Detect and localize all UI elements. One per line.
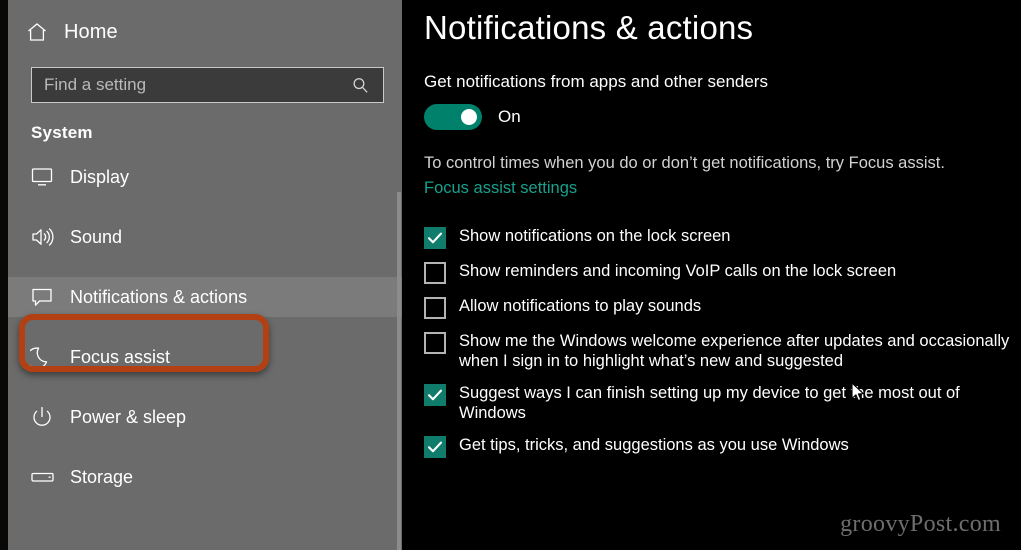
page-title: Notifications & actions <box>424 9 754 46</box>
settings-window: Home System Display <box>0 0 1021 550</box>
sidebar-item-storage[interactable]: Storage <box>8 457 402 497</box>
sidebar-item-focus-assist[interactable]: Focus assist <box>8 337 402 377</box>
checkbox-label: Show notifications on the lock screen <box>459 226 731 245</box>
checkbox-row[interactable]: Show notifications on the lock screen <box>424 226 1021 249</box>
left-gutter <box>0 0 8 550</box>
search-box[interactable] <box>31 67 384 103</box>
checkbox-label: Allow notifications to play sounds <box>459 296 702 315</box>
settings-sidebar: Home System Display <box>8 0 402 550</box>
monitor-icon <box>30 166 60 188</box>
sidebar-item-label: Focus assist <box>70 346 171 367</box>
checkbox-label: Show me the Windows welcome experience a… <box>459 331 1010 370</box>
toggle-state-label: On <box>498 107 521 126</box>
home-icon <box>24 19 50 45</box>
checkbox-label: Get tips, tricks, and suggestions as you… <box>459 436 849 455</box>
checkbox-unchecked[interactable] <box>424 331 446 354</box>
notifications-toggle[interactable] <box>424 104 482 130</box>
speech-bubble-icon <box>30 286 60 308</box>
sidebar-scrollbar[interactable] <box>397 192 401 550</box>
sidebar-item-notifications-and-actions[interactable]: Notifications & actions <box>8 277 402 317</box>
checkbox-checked[interactable] <box>424 384 446 407</box>
notifications-toggle-row: On <box>424 104 1021 130</box>
checkbox-row[interactable]: Get tips, tricks, and suggestions as you… <box>424 435 1021 459</box>
speaker-icon <box>30 226 60 248</box>
settings-main-pane: Notifications & actions Get notification… <box>402 0 1021 550</box>
search-input[interactable] <box>32 75 345 95</box>
sidebar-item-label: Sound <box>70 226 123 247</box>
checkbox-checked[interactable] <box>424 436 446 459</box>
focus-assist-hint: To control times when you do or don’t ge… <box>424 154 945 172</box>
drive-icon <box>30 468 60 486</box>
sidebar-item-label: Notifications & actions <box>70 286 248 307</box>
sidebar-item-power-and-sleep[interactable]: Power & sleep <box>8 397 402 437</box>
checkbox-row[interactable]: Suggest ways I can finish setting up my … <box>424 383 1021 423</box>
checkbox-label: Suggest ways I can finish setting up my … <box>459 384 960 423</box>
watermark: groovyPost.com <box>840 511 1001 537</box>
checkbox-label: Show reminders and incoming VoIP calls o… <box>459 261 897 280</box>
home-label: Home <box>64 20 118 43</box>
moon-icon <box>30 345 60 369</box>
sidebar-item-sound[interactable]: Sound <box>8 217 402 257</box>
sidebar-item-label: Power & sleep <box>70 406 187 427</box>
checkbox-row[interactable]: Show reminders and incoming VoIP calls o… <box>424 261 1021 284</box>
checkbox-checked[interactable] <box>424 226 446 249</box>
notification-options-list: Show notifications on the lock screen Sh… <box>424 226 1021 459</box>
notifications-section-label: Get notifications from apps and other se… <box>424 72 768 91</box>
sidebar-item-label: Display <box>70 166 130 187</box>
sidebar-nav-list: Display Sound Notifications & actions Fo… <box>8 157 402 497</box>
checkbox-unchecked[interactable] <box>424 261 446 284</box>
checkbox-unchecked[interactable] <box>424 296 446 319</box>
sidebar-item-label: Storage <box>70 466 134 487</box>
sidebar-item-display[interactable]: Display <box>8 157 402 197</box>
power-icon <box>30 405 60 429</box>
toggle-knob <box>461 109 477 125</box>
checkbox-row[interactable]: Show me the Windows welcome experience a… <box>424 331 1021 371</box>
sidebar-item-home[interactable]: Home <box>8 10 402 54</box>
checkbox-row[interactable]: Allow notifications to play sounds <box>424 296 1021 319</box>
focus-assist-settings-link[interactable]: Focus assist settings <box>424 179 577 198</box>
search-icon[interactable] <box>345 76 383 95</box>
sidebar-group-title: System <box>31 123 93 142</box>
